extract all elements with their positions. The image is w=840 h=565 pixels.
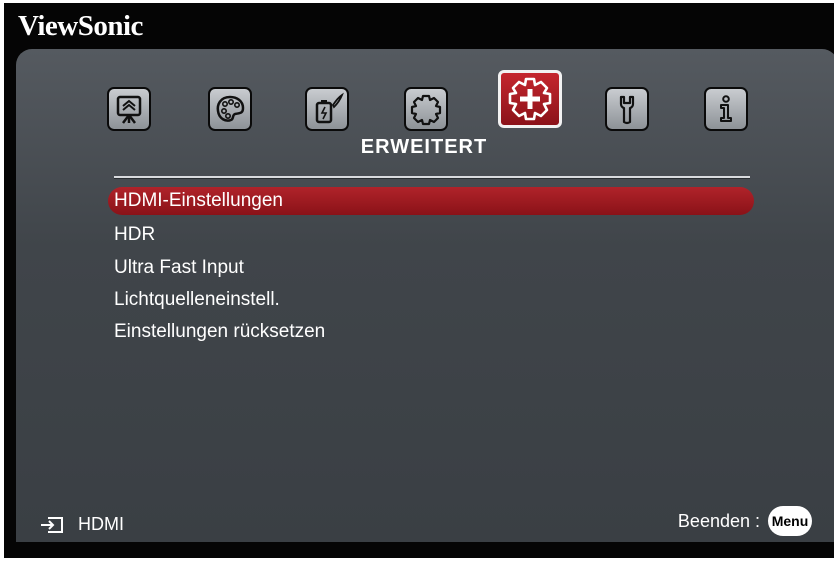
title-divider-shadow: [114, 178, 750, 179]
menu-item-ultra-fast-input[interactable]: Ultra Fast Input: [108, 254, 754, 282]
tab-display-icon[interactable]: [107, 87, 151, 131]
projector-osd: ViewSonic ERWEITERT HDMI-Einstellungen H…: [4, 3, 834, 558]
tab-palette-icon[interactable]: [208, 87, 252, 131]
input-source-icon: [41, 516, 63, 533]
brand-logo: ViewSonic: [18, 10, 143, 42]
menu-item-hdmi-settings[interactable]: HDMI-Einstellungen: [108, 187, 754, 215]
section-title: ERWEITERT: [360, 136, 488, 158]
tab-info-icon[interactable]: [704, 87, 748, 131]
tab-gear-icon[interactable]: [404, 87, 448, 131]
tab-power-management-icon[interactable]: [305, 87, 349, 131]
tab-wrench-icon[interactable]: [605, 87, 649, 131]
exit-hint: Beenden : Menu: [678, 506, 812, 536]
menu-item-light-source-settings[interactable]: Lichtquelleneinstell.: [108, 286, 754, 314]
input-source-label: HDMI: [78, 514, 124, 534]
input-source-indicator: HDMI: [40, 514, 124, 535]
menu-item-reset-settings[interactable]: Einstellungen rücksetzen: [108, 318, 754, 346]
menu-button[interactable]: Menu: [768, 506, 812, 536]
exit-label: Beenden :: [677, 510, 760, 531]
menu-item-hdr[interactable]: HDR: [108, 221, 754, 249]
tab-advanced-gear-plus-icon[interactable]: [498, 70, 562, 128]
